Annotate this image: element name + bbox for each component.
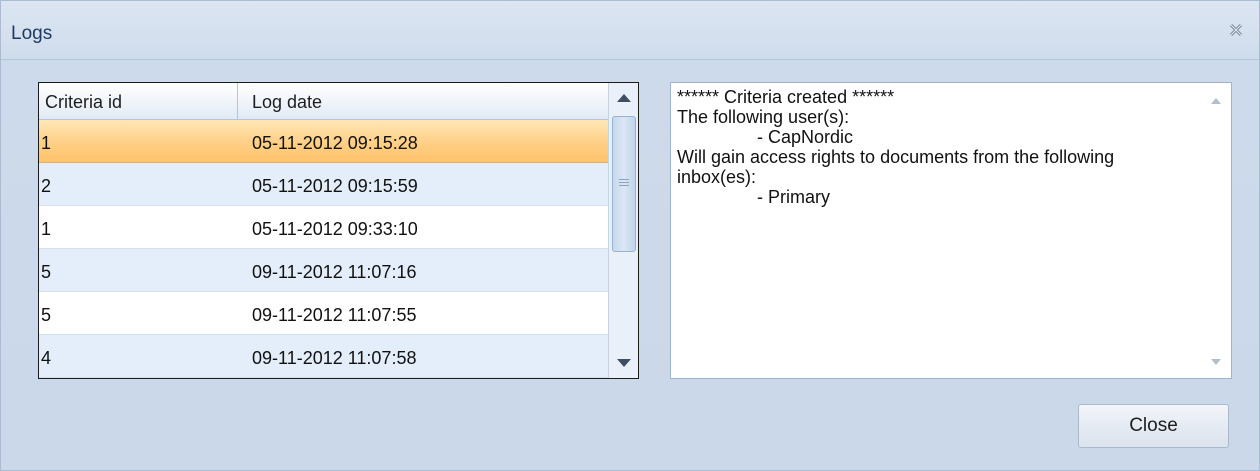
log-date-cell: 05-11-2012 09:15:59 <box>252 176 418 196</box>
table-row[interactable]: 5 09-11-2012 11:07:55 <box>39 292 609 335</box>
table-row[interactable]: 4 09-11-2012 11:07:58 <box>39 335 609 378</box>
grip-line <box>619 179 629 180</box>
grip-line <box>619 182 629 183</box>
scroll-down-arrow-icon[interactable] <box>1206 352 1226 372</box>
table-row[interactable]: 1 05-11-2012 09:15:28 <box>39 120 609 163</box>
grip-line <box>619 185 629 186</box>
column-header-log-date[interactable]: Log date <box>238 83 609 119</box>
dialog-title: Logs <box>11 23 53 44</box>
log-date-cell: 05-11-2012 09:33:10 <box>252 219 418 239</box>
scroll-up-arrow-icon[interactable] <box>609 83 638 113</box>
criteria-id-cell: 1 <box>41 133 52 153</box>
table-row[interactable]: 1 05-11-2012 09:33:10 <box>39 206 609 249</box>
log-details-textbox[interactable]: ****** Criteria created ****** The follo… <box>670 82 1232 379</box>
criteria-id-cell: 5 <box>41 262 52 282</box>
log-date-cell: 09-11-2012 11:07:55 <box>252 305 417 325</box>
log-date-cell: 09-11-2012 11:07:58 <box>252 348 417 368</box>
details-vertical-scrollbar[interactable] <box>1201 83 1231 378</box>
scroll-up-arrow-icon[interactable] <box>1206 91 1226 111</box>
column-header-criteria-id[interactable]: Criteria id <box>39 83 238 119</box>
criteria-id-cell: 1 <box>41 219 52 239</box>
criteria-id-cell: 2 <box>41 176 52 196</box>
scrollbar-thumb[interactable] <box>612 116 636 252</box>
criteria-id-cell: 4 <box>41 348 52 368</box>
table-row[interactable]: 2 05-11-2012 09:15:59 <box>39 163 609 206</box>
grid-vertical-scrollbar[interactable] <box>608 83 638 378</box>
log-date-cell: 09-11-2012 11:07:16 <box>252 262 417 282</box>
log-date-cell: 05-11-2012 09:15:28 <box>252 133 418 153</box>
close-button[interactable]: Close <box>1078 404 1229 448</box>
criteria-id-cell: 5 <box>41 305 52 325</box>
scroll-down-arrow-icon[interactable] <box>609 348 638 378</box>
title-bar: Logs <box>1 1 1259 60</box>
logs-dialog: Logs Criteria id Log date 1 05-11-2012 0… <box>0 0 1260 471</box>
log-details-text: ****** Criteria created ****** The follo… <box>677 87 1115 207</box>
grid-header: Criteria id Log date <box>39 83 609 120</box>
close-x-icon[interactable] <box>1227 21 1245 39</box>
grid-rows: 1 05-11-2012 09:15:28 2 05-11-2012 09:15… <box>39 120 609 378</box>
logs-grid[interactable]: Criteria id Log date 1 05-11-2012 09:15:… <box>38 82 639 379</box>
table-row[interactable]: 5 09-11-2012 11:07:16 <box>39 249 609 292</box>
